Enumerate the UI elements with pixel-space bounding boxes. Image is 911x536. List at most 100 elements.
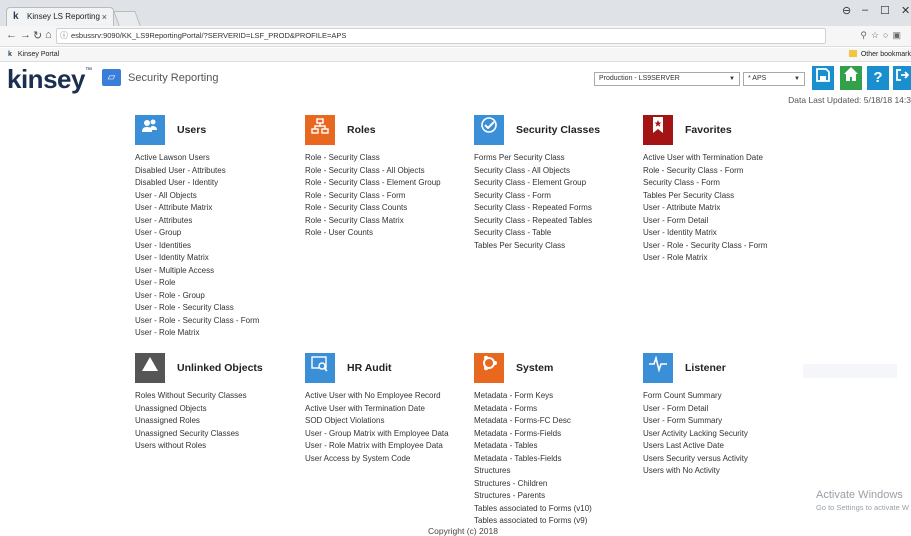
report-link[interactable]: Structures - Children [474, 478, 592, 491]
report-link[interactable]: Role - Security Class - Element Group [305, 177, 441, 190]
report-link[interactable]: User - Identities [135, 240, 259, 253]
report-link[interactable]: Roles Without Security Classes [135, 390, 247, 403]
minimize-icon[interactable]: – [862, 4, 868, 16]
forward-icon[interactable]: → [20, 29, 31, 41]
report-link[interactable]: User Activity Lacking Security [643, 428, 748, 441]
report-link[interactable]: Users Last Active Date [643, 440, 748, 453]
site-info-icon[interactable]: ⓘ [60, 29, 68, 43]
tab-close-icon[interactable]: × [102, 8, 107, 26]
home-button[interactable] [840, 66, 862, 90]
report-link[interactable]: Unassigned Objects [135, 403, 247, 416]
report-link[interactable]: User - Form Summary [643, 415, 748, 428]
report-link[interactable]: Active User with Termination Date [305, 403, 449, 416]
report-link[interactable]: Security Class - Repeated Tables [474, 215, 592, 228]
report-link[interactable]: Role - Security Class - Form [643, 165, 767, 178]
report-link[interactable]: Users Security versus Activity [643, 453, 748, 466]
logout-button[interactable] [893, 66, 911, 90]
report-link[interactable]: Forms Per Security Class [474, 152, 592, 165]
report-link[interactable]: Tables associated to Forms (v10) [474, 503, 592, 516]
section-title-listener: Listener [685, 362, 726, 374]
report-link[interactable]: Security Class - Form [474, 190, 592, 203]
report-link[interactable]: Metadata - Tables-Fields [474, 453, 592, 466]
report-link[interactable]: Security Class - Table [474, 227, 592, 240]
report-link[interactable]: Disabled User - Identity [135, 177, 259, 190]
report-link[interactable]: User - All Objects [135, 190, 259, 203]
bookmarks-bar: k Kinsey Portal Other bookmark [0, 48, 911, 62]
report-link[interactable]: User - Group Matrix with Employee Data [305, 428, 449, 441]
address-bar-actions-icon[interactable]: ⚲☆○▣ [860, 30, 905, 41]
url-input[interactable]: ⓘ esbussrv:9090/KK_LS9ReportingPortal/?S… [56, 28, 826, 44]
section-title-favorites: Favorites [685, 124, 732, 136]
report-link[interactable]: User - Role - Security Class - Form [135, 315, 259, 328]
report-link[interactable]: Active User with No Employee Record [305, 390, 449, 403]
profile-select[interactable]: * APS ▼ [743, 72, 805, 86]
report-link[interactable]: Metadata - Form Keys [474, 390, 592, 403]
report-link[interactable]: Role - Security Class Matrix [305, 215, 441, 228]
report-link[interactable]: User - Role Matrix [135, 327, 259, 340]
close-window-icon[interactable]: ✕ [901, 4, 910, 17]
report-link[interactable]: User Access by System Code [305, 453, 449, 466]
report-link[interactable]: Form Count Summary [643, 390, 748, 403]
report-link[interactable]: Role - Security Class [305, 152, 441, 165]
report-link[interactable]: Metadata - Forms-Fields [474, 428, 592, 441]
address-bar: ← → ↻ ⌂ ⓘ esbussrv:9090/KK_LS9ReportingP… [0, 26, 911, 47]
save-button[interactable] [812, 66, 834, 90]
report-link[interactable]: Metadata - Tables [474, 440, 592, 453]
report-link[interactable]: Structures [474, 465, 592, 478]
activate-windows-title: Activate Windows [816, 489, 903, 501]
report-link[interactable]: User - Attributes [135, 215, 259, 228]
report-link[interactable]: User - Role [135, 277, 259, 290]
faded-search-box[interactable] [803, 364, 897, 378]
report-link[interactable]: User - Identity Matrix [135, 252, 259, 265]
server-select[interactable]: Production - LS9SERVER ▼ [594, 72, 740, 86]
report-link[interactable]: User - Attribute Matrix [135, 202, 259, 215]
report-link[interactable]: Role - Security Class Counts [305, 202, 441, 215]
report-link[interactable]: Role - User Counts [305, 227, 441, 240]
report-link[interactable]: Security Class - Element Group [474, 177, 592, 190]
report-link[interactable]: Unassigned Roles [135, 415, 247, 428]
report-link[interactable]: User - Role - Security Class [135, 302, 259, 315]
report-link[interactable]: Tables Per Security Class [474, 240, 592, 253]
users-links: Active Lawson Users Disabled User - Attri… [135, 152, 259, 340]
report-link[interactable]: Security Class - Repeated Forms [474, 202, 592, 215]
report-link[interactable]: Security Class - All Objects [474, 165, 592, 178]
heartbeat-icon [643, 353, 673, 383]
save-icon [816, 68, 830, 82]
report-link[interactable]: Role - Security Class - All Objects [305, 165, 441, 178]
other-bookmarks[interactable]: Other bookmark [848, 48, 911, 62]
report-link[interactable]: User - Multiple Access [135, 265, 259, 278]
report-link[interactable]: Security Class - Form [643, 177, 767, 190]
report-link[interactable]: Tables Per Security Class [643, 190, 767, 203]
report-link[interactable]: Disabled User - Attributes [135, 165, 259, 178]
tab-title: Kinsey LS Reporting [27, 12, 100, 21]
report-link[interactable]: User - Identity Matrix [643, 227, 767, 240]
maximize-icon[interactable]: ☐ [880, 4, 890, 17]
report-link[interactable]: SOD Object Violations [305, 415, 449, 428]
home-icon[interactable]: ⌂ [45, 29, 52, 41]
report-link[interactable]: Users without Roles [135, 440, 247, 453]
report-link[interactable]: Active Lawson Users [135, 152, 259, 165]
report-link[interactable]: Users with No Activity [643, 465, 748, 478]
report-link[interactable]: User - Form Detail [643, 403, 748, 416]
report-link[interactable]: Structures - Parents [474, 490, 592, 503]
profile-icon[interactable]: ⊖ [842, 4, 851, 17]
report-link[interactable]: User - Role - Security Class - Form [643, 240, 767, 253]
help-button[interactable]: ? [867, 66, 889, 90]
report-link[interactable]: User - Role - Group [135, 290, 259, 303]
report-link[interactable]: User - Role Matrix with Employee Data [305, 440, 449, 453]
browser-tab[interactable]: k Kinsey LS Reporting × [6, 7, 114, 26]
report-link[interactable]: Active User with Termination Date [643, 152, 767, 165]
new-tab-button[interactable] [113, 11, 141, 26]
bookmark-kinsey-portal[interactable]: k Kinsey Portal [8, 48, 59, 62]
report-link[interactable]: User - Attribute Matrix [643, 202, 767, 215]
report-link[interactable]: Unassigned Security Classes [135, 428, 247, 441]
report-link[interactable]: Role - Security Class - Form [305, 190, 441, 203]
back-icon[interactable]: ← [6, 29, 17, 41]
report-link[interactable]: Metadata - Forms [474, 403, 592, 416]
report-link[interactable]: User - Group [135, 227, 259, 240]
report-link[interactable]: User - Role Matrix [643, 252, 767, 265]
reload-icon[interactable]: ↻ [33, 29, 42, 42]
kinsey-logo[interactable]: kinsey™ [7, 64, 92, 95]
report-link[interactable]: User - Form Detail [643, 215, 767, 228]
report-link[interactable]: Metadata - Forms-FC Desc [474, 415, 592, 428]
